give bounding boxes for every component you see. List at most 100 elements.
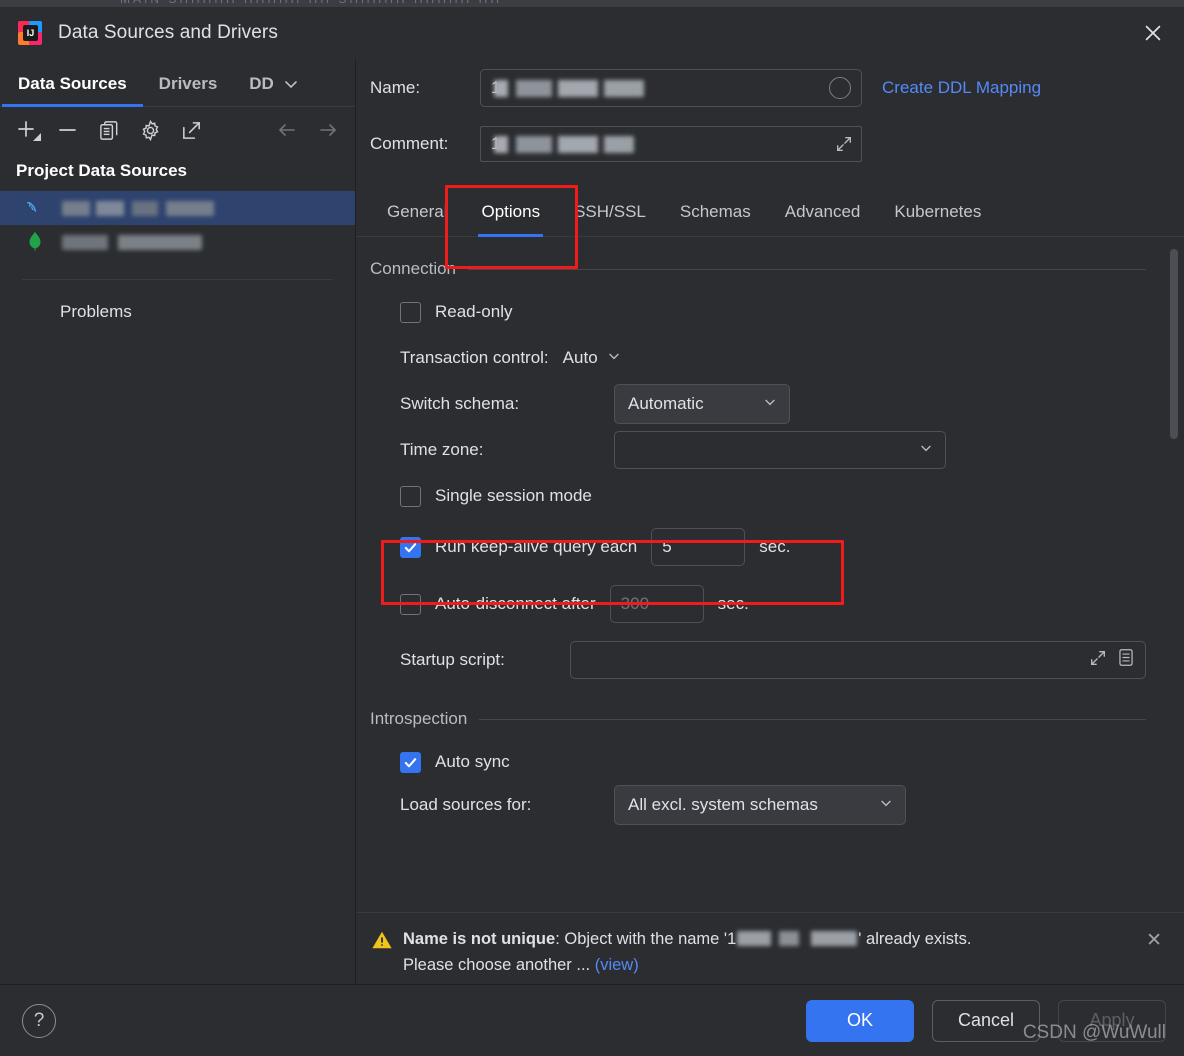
close-icon[interactable]: ✕ [1146, 931, 1162, 950]
name-label: Name: [370, 78, 421, 97]
tab-ddl-mappings[interactable]: DD [233, 74, 275, 106]
warning-triangle-icon [371, 929, 393, 956]
warning-view-link[interactable]: (view) [595, 956, 639, 974]
single-session-mode-checkbox[interactable] [400, 485, 421, 507]
tab-kubernetes[interactable]: Kubernetes [877, 202, 998, 236]
keep-alive-row: Run keep-alive query each 5 sec. [356, 519, 1184, 575]
keep-alive-label: Run keep-alive query each [435, 537, 638, 556]
load-sources-for-label: Load sources for: [400, 795, 532, 814]
auto-sync-row: Auto sync [356, 739, 1184, 785]
create-ddl-mapping-link[interactable]: Create DDL Mapping [882, 78, 1041, 98]
tab-ssh-ssl-label: SSH/SSL [574, 202, 646, 221]
list-item[interactable] [0, 225, 355, 259]
single-session-mode-row: Single session mode [356, 473, 1184, 519]
plus-icon[interactable] [14, 117, 41, 143]
expand-icon[interactable] [835, 135, 853, 153]
tab-options[interactable]: Options [464, 202, 557, 237]
name-value-redacted [494, 79, 645, 97]
tab-drivers[interactable]: Drivers [143, 74, 234, 106]
external-link-icon[interactable] [178, 117, 204, 143]
tab-schemas[interactable]: Schemas [663, 202, 768, 236]
auto-disconnect-unit: sec. [717, 594, 749, 613]
divider [468, 268, 1146, 270]
warning-body-after: ' already exists. [858, 930, 972, 948]
single-session-mode-label: Single session mode [435, 486, 592, 505]
expand-icon[interactable] [1089, 649, 1107, 672]
startup-script-input[interactable] [570, 641, 1146, 679]
list-item-label [62, 234, 202, 250]
load-sources-for-dropdown[interactable]: All excl. system schemas [614, 785, 906, 825]
transaction-control-value: Auto [562, 348, 598, 367]
read-only-row: Read-only [356, 289, 1184, 335]
switch-schema-label: Switch schema: [400, 394, 520, 413]
auto-disconnect-row: Auto-disconnect after 300 sec. [356, 575, 1184, 633]
name-field-row: Name: 1 Create DDL Mapping [356, 59, 1184, 117]
chevron-down-icon [918, 440, 934, 461]
close-icon[interactable] [1122, 7, 1184, 59]
tab-drivers-label: Drivers [158, 74, 218, 93]
load-sources-for-row: Load sources for: All excl. system schem… [356, 785, 1184, 825]
copy-icon[interactable] [96, 117, 122, 143]
time-zone-dropdown[interactable] [614, 431, 946, 469]
read-only-label: Read-only [435, 302, 513, 321]
dialog-body: Data Sources Drivers DD Project Data Sou… [0, 59, 1184, 984]
transaction-control-dropdown[interactable]: Auto [563, 348, 622, 369]
transaction-control-label: Transaction control: [400, 348, 549, 367]
background-sliver: MAIN SHHHHH HHHHH HH SHHHHH HHHHH HH [0, 0, 1184, 7]
keep-alive-interval-value: 5 [662, 537, 672, 556]
background-sliver-text: MAIN SHHHHH HHHHH HH SHHHHH HHHHH HH [120, 0, 502, 6]
comment-input[interactable]: 1 [480, 126, 862, 162]
ok-button[interactable]: OK [806, 999, 914, 1042]
read-only-checkbox[interactable] [400, 301, 421, 323]
divider [479, 718, 1146, 720]
auto-disconnect-timeout-placeholder: 300 [620, 594, 650, 613]
tab-general[interactable]: General [370, 202, 464, 236]
chevron-down-icon [878, 795, 894, 816]
keep-alive-interval-input[interactable]: 5 [651, 528, 746, 566]
tab-advanced[interactable]: Advanced [768, 202, 878, 236]
list-item[interactable] [0, 191, 355, 225]
warning-title: Name is not unique [403, 930, 556, 948]
minus-icon[interactable] [55, 117, 81, 143]
warning-redacted-name: 1 [727, 930, 737, 948]
cancel-button[interactable]: Cancel [932, 999, 1040, 1042]
keep-alive-checkbox[interactable] [400, 536, 421, 558]
introspection-group-header: Introspection [356, 709, 1184, 729]
chevron-down-icon [606, 348, 622, 369]
name-input[interactable]: 1 [480, 69, 862, 107]
switch-schema-dropdown[interactable]: Automatic [614, 384, 790, 424]
mongodb-leaf-icon [24, 231, 46, 253]
chevron-down-icon[interactable] [281, 74, 301, 94]
vertical-scrollbar[interactable] [1170, 249, 1178, 439]
comment-label: Comment: [370, 134, 449, 153]
auto-disconnect-checkbox[interactable] [400, 593, 421, 615]
tab-data-sources-label: Data Sources [18, 74, 127, 93]
script-list-icon[interactable] [1117, 648, 1135, 672]
question-mark-icon[interactable]: ? [22, 1003, 56, 1038]
left-panel-tabs: Data Sources Drivers DD [0, 59, 355, 107]
list-item-label [62, 200, 214, 216]
tab-ddl-mappings-label: DD [249, 74, 274, 93]
warning-body-before: : Object with the name ' [555, 930, 728, 948]
tab-options-label: Options [481, 202, 541, 221]
connection-group-title: Connection [370, 259, 457, 278]
sidebar-item-problems[interactable]: Problems [0, 280, 355, 322]
arrow-left-icon[interactable] [274, 117, 300, 143]
tab-schemas-label: Schemas [679, 202, 751, 221]
load-sources-for-value: All excl. system schemas [628, 795, 818, 814]
auto-disconnect-timeout-input[interactable]: 300 [609, 585, 704, 623]
tab-ssh-ssl[interactable]: SSH/SSL [557, 202, 663, 236]
dialog-footer: ? OK Cancel Apply [0, 984, 1184, 1056]
dialog-title-bar: IJ Data Sources and Drivers [0, 7, 1184, 59]
time-zone-label: Time zone: [400, 440, 484, 459]
keep-alive-unit: sec. [759, 537, 791, 556]
auto-sync-checkbox[interactable] [400, 751, 421, 773]
circle-icon[interactable] [829, 77, 851, 99]
settings-tabs: General Options SSH/SSL Schemas Advanced… [356, 187, 1184, 237]
tab-data-sources[interactable]: Data Sources [2, 74, 143, 107]
auto-disconnect-label: Auto-disconnect after [435, 594, 596, 613]
arrow-right-icon[interactable] [315, 117, 341, 143]
gear-icon[interactable] [137, 117, 163, 143]
tab-advanced-label: Advanced [784, 202, 861, 221]
warning-banner: Name is not unique: Object with the name… [357, 912, 1184, 984]
